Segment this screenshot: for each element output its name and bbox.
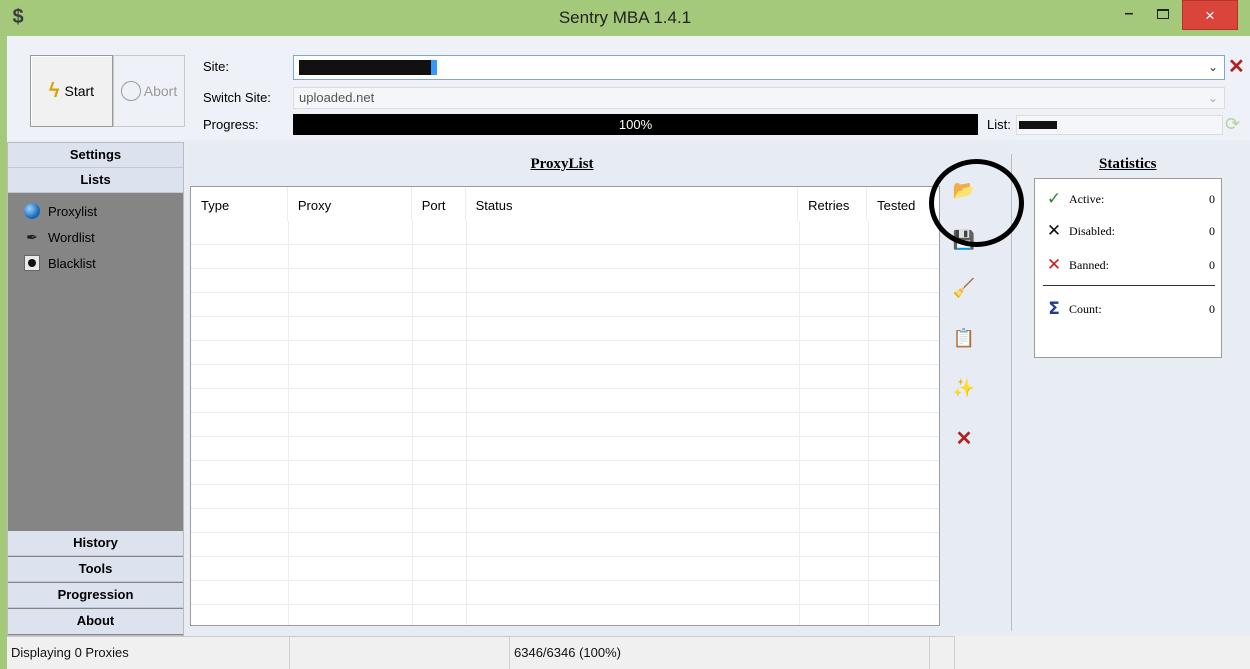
client-area: ϟ Start Abort Site: ⌄ ✕ Switch Site: upl… xyxy=(7,36,1250,669)
column-header-type[interactable]: Type xyxy=(191,187,288,221)
stat-label: Banned: xyxy=(1069,257,1109,272)
nav-progression[interactable]: Progression xyxy=(8,583,183,608)
start-button[interactable]: ϟ Start xyxy=(30,55,113,127)
progress-label: Progress: xyxy=(203,117,259,132)
nav-history[interactable]: History xyxy=(8,531,183,556)
column-header-retries[interactable]: Retries xyxy=(798,187,868,221)
nav-about[interactable]: About xyxy=(8,609,183,634)
sidebar-item-label: Wordlist xyxy=(48,229,95,245)
maximize-button[interactable] xyxy=(1146,0,1180,28)
refresh-icon[interactable]: ⟳ xyxy=(1225,114,1240,135)
list-value-redacted xyxy=(1019,121,1057,129)
progress-bar: 100% xyxy=(293,114,978,135)
title-bar[interactable]: $ Sentry MBA 1.4.1 – × xyxy=(0,0,1250,36)
stat-disabled: ✕ Disabled: 0 xyxy=(1043,219,1215,243)
delete-icon[interactable]: ✕ xyxy=(944,422,984,454)
nav-settings[interactable]: Settings xyxy=(8,143,183,168)
switch-site-value: uploaded.net xyxy=(299,90,375,105)
window-title: Sentry MBA 1.4.1 xyxy=(558,8,692,27)
close-button[interactable]: × xyxy=(1182,0,1238,30)
clipboard-paste-icon[interactable]: 📋 xyxy=(944,322,984,354)
abort-label: Abort xyxy=(143,83,178,99)
column-divider xyxy=(799,221,800,625)
site-combobox[interactable]: ⌄ xyxy=(293,55,1225,80)
list-field xyxy=(1016,115,1223,135)
chevron-down-icon[interactable]: ⌄ xyxy=(1208,60,1218,74)
column-divider xyxy=(288,221,289,625)
switch-site-combobox[interactable]: uploaded.net ⌄ xyxy=(293,87,1225,109)
column-header-status[interactable]: Status xyxy=(466,187,799,221)
site-value-redacted xyxy=(299,60,437,75)
proxy-table[interactable]: Type Proxy Port Status Retries Tested xyxy=(190,186,940,626)
sidebar-item-wordlist[interactable]: ✒ Wordlist xyxy=(24,229,95,245)
red-x-icon: ✕ xyxy=(1046,255,1062,275)
stat-value: 0 xyxy=(1209,191,1215,206)
column-header-port[interactable]: Port xyxy=(412,187,466,221)
table-body[interactable] xyxy=(191,221,939,625)
site-label: Site: xyxy=(203,59,230,74)
stat-banned: ✕ Banned: 0 xyxy=(1043,253,1215,277)
status-proxies: Displaying 0 Proxies xyxy=(7,637,290,669)
sidebar-item-proxylist[interactable]: Proxylist xyxy=(24,203,97,219)
list-label: List: xyxy=(987,117,1011,132)
sidebar-item-label: Blacklist xyxy=(48,255,96,271)
globe-icon xyxy=(24,203,40,219)
maximize-icon xyxy=(1157,8,1169,19)
blacklist-icon xyxy=(24,255,40,271)
stat-count: Σ Count: 0 xyxy=(1043,297,1215,321)
stat-value: 0 xyxy=(1209,257,1215,272)
stat-active: ✓ Active: 0 xyxy=(1043,187,1215,211)
statistics-title: Statistics xyxy=(1099,156,1157,172)
sidebar-item-label: Proxylist xyxy=(48,203,98,219)
status-corner xyxy=(954,636,1250,669)
minimize-button[interactable]: – xyxy=(1112,0,1146,28)
quill-icon: ✒ xyxy=(26,229,38,245)
switch-site-label: Switch Site: xyxy=(203,90,271,105)
table-header: Type Proxy Port Status Retries Tested xyxy=(191,187,939,221)
column-divider xyxy=(868,221,869,625)
abort-circle-icon xyxy=(120,81,141,101)
top-controls: ϟ Start Abort Site: ⌄ ✕ Switch Site: upl… xyxy=(7,36,1250,140)
sidebar-item-blacklist[interactable]: Blacklist xyxy=(24,255,96,271)
x-icon: ✕ xyxy=(1046,221,1062,241)
stat-value: 0 xyxy=(1209,223,1215,238)
status-progress: 6346/6346 (100%) xyxy=(510,637,930,669)
status-empty-cell xyxy=(290,637,510,669)
column-divider xyxy=(412,221,413,625)
clear-site-icon[interactable]: ✕ xyxy=(1228,54,1245,79)
status-bar: Displaying 0 Proxies 6346/6346 (100%) xyxy=(7,636,954,669)
stat-label: Active: xyxy=(1069,191,1105,206)
nav-tools[interactable]: Tools xyxy=(8,557,183,582)
proxylist-title: ProxyList xyxy=(530,156,594,172)
lightning-icon: ϟ xyxy=(48,79,60,102)
column-header-proxy[interactable]: Proxy xyxy=(288,187,412,221)
statistics-panel: ✓ Active: 0 ✕ Disabled: 0 ✕ Banned: 0 Σ … xyxy=(1034,178,1222,358)
proxylist-pane: ProxyList Type Proxy Port Status Retries… xyxy=(187,142,1010,636)
app-window: $ Sentry MBA 1.4.1 – × ϟ Start Abort Sit… xyxy=(0,0,1250,669)
stat-value: 0 xyxy=(1209,301,1215,316)
checkmark-icon: ✓ xyxy=(1046,189,1062,209)
column-divider xyxy=(466,221,467,625)
magic-wand-icon[interactable]: ✨ xyxy=(944,372,984,404)
nav-lists[interactable]: Lists xyxy=(8,168,183,193)
annotation-circle xyxy=(929,159,1024,247)
abort-button[interactable]: Abort xyxy=(113,55,185,127)
stat-label: Disabled: xyxy=(1069,223,1115,238)
stat-label: Count: xyxy=(1069,301,1102,316)
broom-icon[interactable]: 🧹 xyxy=(944,272,984,304)
sidebar: Settings Lists Proxylist ✒ Wordlist Blac… xyxy=(7,142,184,636)
chevron-down-icon[interactable]: ⌄ xyxy=(1208,91,1218,105)
sigma-icon: Σ xyxy=(1048,299,1060,319)
start-label: Start xyxy=(64,83,95,99)
stat-separator xyxy=(1043,285,1215,286)
